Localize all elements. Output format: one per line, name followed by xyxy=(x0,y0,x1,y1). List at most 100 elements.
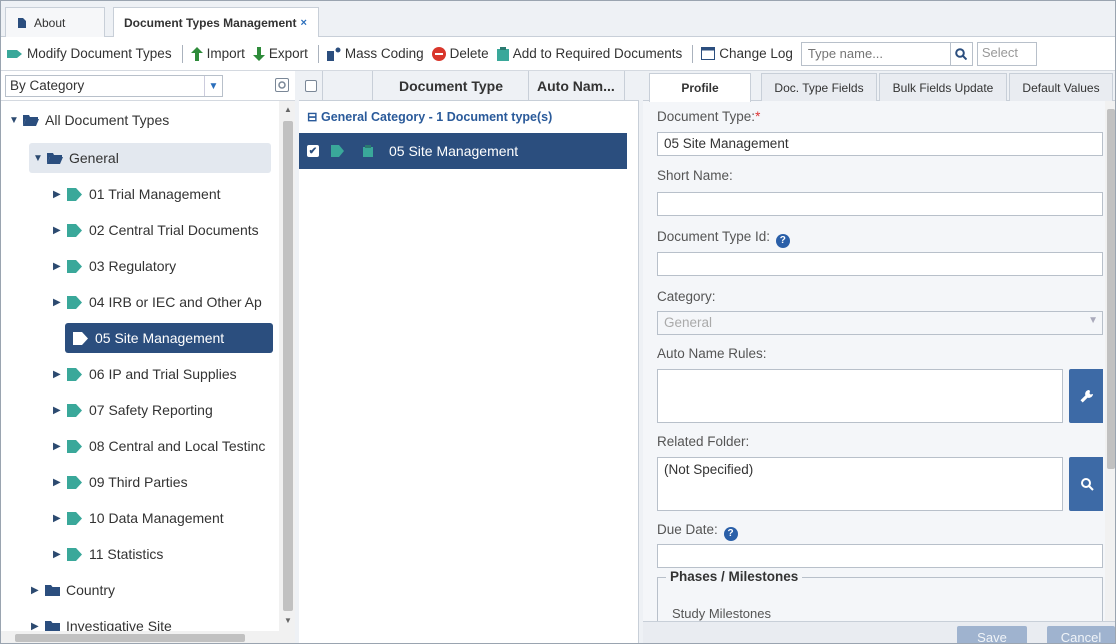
browse-folder-button[interactable] xyxy=(1069,457,1103,511)
category-header: By Category ▼ xyxy=(1,71,297,101)
caret-right-icon[interactable]: ▶ xyxy=(53,513,67,524)
select-all-checkbox[interactable] xyxy=(305,80,317,92)
close-icon[interactable]: × xyxy=(300,17,306,29)
tree-node-all-document-types[interactable]: ▼ All Document Types xyxy=(9,105,169,135)
tree-node-doc-type[interactable]: ▶ 01 Trial Management xyxy=(53,179,221,209)
document-type-id-field[interactable] xyxy=(657,252,1103,276)
tab-doc-type-fields[interactable]: Doc. Type Fields xyxy=(761,73,877,101)
caret-right-icon[interactable]: ▶ xyxy=(53,549,67,560)
caret-down-icon[interactable]: ▼ xyxy=(33,153,47,164)
tree-node-site-management[interactable]: 05 Site Management xyxy=(65,323,273,353)
auto-name-rules-label: Auto Name Rules: xyxy=(657,346,767,361)
tab-label: Doc. Type Fields xyxy=(774,80,864,95)
tree-node-label: 10 Data Management xyxy=(89,510,224,526)
select-dropdown[interactable]: Select xyxy=(976,41,1037,66)
details-panel: Profile Doc. Type Fields Bulk Fields Upd… xyxy=(643,71,1115,643)
tab-bulk-fields-update[interactable]: Bulk Fields Update xyxy=(879,73,1007,101)
category-select[interactable]: By Category ▼ xyxy=(5,75,223,97)
caret-right-icon[interactable]: ▶ xyxy=(53,405,67,416)
toolbar-separator xyxy=(692,44,694,63)
tab-document-types-management[interactable]: Document Types Management × xyxy=(113,7,319,38)
collapse-icon[interactable]: ⊟ xyxy=(307,110,317,124)
tree-node-country[interactable]: ▶ Country xyxy=(31,575,115,605)
tab-label: Bulk Fields Update xyxy=(892,80,994,95)
tree-node-doc-type[interactable]: ▶ 10 Data Management xyxy=(53,503,224,533)
tag-icon xyxy=(67,475,82,489)
tree-node-doc-type[interactable]: ▶ 07 Safety Reporting xyxy=(53,395,213,425)
required-marker: * xyxy=(755,109,761,124)
caret-right-icon[interactable]: ▶ xyxy=(31,585,45,596)
clipboard-icon xyxy=(496,46,509,61)
add-to-required-documents-button[interactable]: Add to Required Documents xyxy=(496,46,682,61)
column-document-type[interactable]: Document Type xyxy=(373,71,529,101)
caret-right-icon[interactable]: ▶ xyxy=(53,261,67,272)
caret-right-icon[interactable]: ▶ xyxy=(53,441,67,452)
scroll-down-icon[interactable]: ▼ xyxy=(284,616,292,625)
table-row[interactable]: ✔ 05 Site Management xyxy=(299,133,627,169)
document-type-field[interactable]: 05 Site Management xyxy=(657,132,1103,156)
auto-name-rules-field[interactable] xyxy=(657,369,1063,423)
caret-right-icon[interactable]: ▶ xyxy=(53,369,67,380)
short-name-field[interactable] xyxy=(657,192,1103,216)
change-log-button[interactable]: Change Log xyxy=(701,46,793,61)
help-icon[interactable]: ? xyxy=(723,527,738,541)
label-text: Due Date: xyxy=(657,522,718,537)
row-checkbox[interactable]: ✔ xyxy=(307,145,319,157)
chevron-down-icon: ▼ xyxy=(204,76,222,96)
category-label: Category: xyxy=(657,289,716,304)
tab-about[interactable]: About xyxy=(5,7,105,37)
tree-node-doc-type[interactable]: ▶ 02 Central Trial Documents xyxy=(53,215,259,245)
column-auto-name[interactable]: Auto Nam... xyxy=(529,71,625,101)
tab-bar: About Document Types Management × xyxy=(1,1,1115,38)
scrollbar-thumb[interactable] xyxy=(15,634,245,642)
caret-right-icon[interactable]: ▶ xyxy=(53,225,67,236)
caret-down-icon[interactable]: ▼ xyxy=(9,115,23,126)
tree-node-label: 03 Regulatory xyxy=(89,258,177,274)
caret-right-icon[interactable]: ▶ xyxy=(53,189,67,200)
settings-icon[interactable] xyxy=(275,78,289,92)
mass-coding-button[interactable]: Mass Coding xyxy=(326,46,424,61)
export-button[interactable]: Export xyxy=(252,46,308,61)
tree-node-general[interactable]: ▼ General xyxy=(29,143,271,173)
details-scrollbar[interactable] xyxy=(1105,101,1115,621)
related-folder-label: Related Folder: xyxy=(657,434,750,449)
scrollbar-thumb[interactable] xyxy=(283,121,293,611)
tree-horizontal-scrollbar[interactable] xyxy=(1,631,279,643)
tree-node-doc-type[interactable]: ▶ 03 Regulatory xyxy=(53,251,176,281)
caret-right-icon[interactable]: ▶ xyxy=(53,297,67,308)
tree-node-doc-type[interactable]: ▶ 06 IP and Trial Supplies xyxy=(53,359,237,389)
scroll-up-icon[interactable]: ▲ xyxy=(284,105,292,114)
tree-node-doc-type[interactable]: ▶ 08 Central and Local Testinc xyxy=(53,431,265,461)
group-row[interactable]: ⊟ General Category - 1 Document type(s) xyxy=(307,109,552,124)
help-icon[interactable]: ? xyxy=(775,234,790,248)
tree-node-doc-type[interactable]: ▶ 11 Statistics xyxy=(53,539,163,569)
tree-node-doc-type[interactable]: ▶ 09 Third Parties xyxy=(53,467,188,497)
column-label: Document Type xyxy=(399,78,503,94)
mass-coding-label: Mass Coding xyxy=(344,46,424,61)
tab-profile[interactable]: Profile xyxy=(649,73,751,102)
due-date-field[interactable] xyxy=(657,544,1103,568)
tag-icon xyxy=(73,331,88,345)
related-folder-field[interactable]: (Not Specified) xyxy=(657,457,1063,511)
save-button[interactable]: Save xyxy=(957,626,1027,643)
type-name-search-input[interactable] xyxy=(800,41,951,66)
import-button[interactable]: Import xyxy=(190,46,245,61)
caret-right-icon[interactable]: ▶ xyxy=(31,621,45,632)
details-tabs: Profile Doc. Type Fields Bulk Fields Upd… xyxy=(643,71,1115,102)
search-button[interactable] xyxy=(950,41,973,66)
caret-right-icon[interactable]: ▶ xyxy=(53,477,67,488)
tree-node-doc-type[interactable]: ▶ 04 IRB or IEC and Other Ap xyxy=(53,287,262,317)
cancel-button[interactable]: Cancel xyxy=(1047,626,1115,643)
toolbar-separator xyxy=(181,44,183,63)
tab-default-values[interactable]: Default Values xyxy=(1009,73,1113,101)
tree-node-label: 04 IRB or IEC and Other Ap xyxy=(89,294,262,310)
modify-document-types-button[interactable]: Modify Document Types xyxy=(7,46,172,61)
delete-button[interactable]: Delete xyxy=(431,46,489,61)
tag-icon xyxy=(67,403,82,417)
arrow-up-icon xyxy=(190,46,203,61)
edit-rules-button[interactable] xyxy=(1069,369,1103,423)
icon-column-header xyxy=(323,71,373,101)
mass-coding-icon xyxy=(326,47,341,61)
document-type-label: Document Type:* xyxy=(657,109,760,124)
scrollbar-thumb[interactable] xyxy=(1107,109,1115,469)
